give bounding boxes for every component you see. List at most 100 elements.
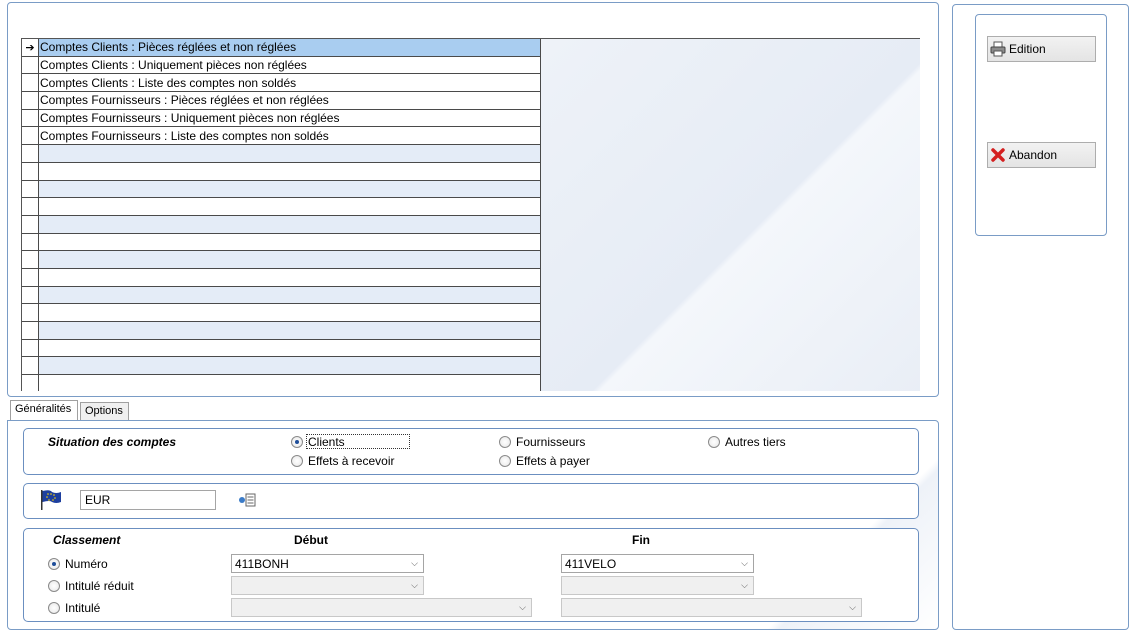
tab-options-label: Options [85, 405, 123, 417]
grid-row-empty[interactable] [22, 339, 541, 358]
numero-debut-value: 411BONH [235, 556, 289, 571]
tab-generalites-label: Généralités [15, 403, 72, 415]
row-indicator [22, 357, 39, 375]
row-indicator [22, 74, 39, 92]
grid-row[interactable]: Comptes Clients : Liste des comptes non … [22, 74, 541, 93]
intitule-reduit-fin-select: ⌵ [561, 576, 754, 595]
chevron-down-icon[interactable]: ⌵ [736, 555, 753, 572]
radio-effets-payer-label[interactable]: Effets à payer [516, 454, 590, 468]
row-indicator [22, 162, 39, 180]
row-indicator [22, 145, 39, 162]
grid-cell: Comptes Fournisseurs : Pièces réglées et… [39, 92, 541, 109]
radio-intitule[interactable] [48, 602, 60, 614]
printer-icon [990, 41, 1006, 57]
radio-intitule-reduit-label[interactable]: Intitulé réduit [65, 579, 134, 593]
debut-header: Début [294, 533, 328, 547]
grid-cell: Comptes Clients : Uniquement pièces non … [39, 56, 541, 74]
grid-row-empty[interactable] [22, 198, 541, 216]
row-indicator [22, 304, 39, 321]
radio-clients-label[interactable]: Clients [308, 435, 345, 449]
currency-list-icon[interactable] [238, 492, 256, 508]
report-grid[interactable]: ➔ Comptes Clients : Pièces réglées et non… [21, 38, 920, 391]
situation-title: Situation des comptes [48, 435, 177, 449]
grid-row-empty[interactable] [22, 357, 541, 376]
radio-fournisseurs-label[interactable]: Fournisseurs [516, 435, 585, 449]
row-indicator [22, 251, 39, 268]
chevron-down-icon: ⌵ [519, 602, 526, 612]
radio-fournisseurs[interactable] [499, 436, 511, 448]
grid-cell [39, 357, 541, 375]
grid-row-empty[interactable] [22, 162, 541, 181]
grid-row-empty[interactable] [22, 145, 541, 163]
grid-row-empty[interactable] [22, 304, 541, 322]
edition-button-label: Edition [1009, 42, 1046, 56]
grid-cell: Comptes Clients : Liste des comptes non … [39, 74, 541, 92]
intitule-reduit-debut-select: ⌵ [231, 576, 424, 595]
grid-cell [39, 215, 541, 233]
grid-cell [39, 375, 541, 391]
row-indicator [22, 375, 39, 391]
grid-cell: Comptes Fournisseurs : Uniquement pièces… [39, 109, 541, 127]
grid-cell [39, 268, 541, 286]
grid-background [541, 39, 920, 391]
grid-cell [39, 286, 541, 304]
numero-fin-select[interactable]: 411VELO ⌵ [561, 554, 754, 573]
grid-row[interactable]: Comptes Fournisseurs : Uniquement pièces… [22, 109, 541, 128]
radio-intitule-reduit[interactable] [48, 580, 60, 592]
grid-cell [39, 180, 541, 198]
intitule-fin-select: ⌵ [561, 598, 862, 617]
chevron-down-icon[interactable]: ⌵ [406, 555, 423, 572]
row-indicator [22, 92, 39, 109]
row-indicator [22, 215, 39, 233]
devise-input[interactable]: EUR [80, 490, 216, 510]
row-indicator [22, 268, 39, 286]
grid-row[interactable]: Comptes Clients : Uniquement pièces non … [22, 56, 541, 75]
numero-fin-value: 411VELO [565, 556, 617, 571]
grid-cell [39, 198, 541, 215]
grid-cell [39, 145, 541, 162]
grid-cell [39, 162, 541, 180]
grid-row-empty[interactable] [22, 233, 541, 252]
classement-title: Classement [53, 533, 121, 547]
grid-row-empty[interactable] [22, 180, 541, 199]
grid-row-empty[interactable] [22, 286, 541, 305]
grid-row[interactable]: Comptes Fournisseurs : Pièces réglées et… [22, 92, 541, 110]
close-icon [991, 148, 1005, 162]
grid-row[interactable]: Comptes Fournisseurs : Liste des comptes… [22, 127, 541, 146]
grid-row-empty[interactable] [22, 268, 541, 287]
eu-flag-icon [40, 490, 62, 510]
grid-row-empty[interactable] [22, 251, 541, 269]
row-indicator [22, 339, 39, 357]
edition-button[interactable]: Edition [987, 36, 1096, 62]
abandon-button-label: Abandon [1009, 148, 1058, 162]
grid-row-empty[interactable] [22, 322, 541, 340]
radio-effets-recevoir-label[interactable]: Effets à recevoir [308, 454, 394, 468]
grid-rows: ➔ Comptes Clients : Pièces réglées et non… [22, 39, 541, 391]
radio-autres-tiers[interactable] [708, 436, 720, 448]
radio-intitule-label[interactable]: Intitulé [65, 601, 100, 615]
grid-row[interactable]: ➔ Comptes Clients : Pièces réglées et non… [22, 39, 541, 57]
row-indicator [22, 286, 39, 304]
radio-effets-recevoir[interactable] [291, 455, 303, 467]
radio-autres-tiers-label[interactable]: Autres tiers [725, 435, 786, 449]
row-indicator [22, 180, 39, 198]
row-indicator [22, 198, 39, 215]
grid-cell: Comptes Fournisseurs : Liste des comptes… [39, 127, 541, 145]
radio-numero-label[interactable]: Numéro [65, 557, 108, 571]
abandon-button[interactable]: Abandon [987, 142, 1096, 168]
numero-debut-select[interactable]: 411BONH ⌵ [231, 554, 424, 573]
grid-row-empty[interactable] [22, 215, 541, 234]
row-indicator [22, 233, 39, 251]
row-indicator [22, 56, 39, 74]
tab-options[interactable]: Options [80, 402, 129, 420]
grid-row-empty[interactable] [22, 375, 541, 391]
grid-cell [39, 322, 541, 339]
radio-clients[interactable] [291, 436, 303, 448]
radio-effets-payer[interactable] [499, 455, 511, 467]
grid-cell: Comptes Clients : Pièces réglées et non … [39, 39, 541, 56]
tab-generalites[interactable]: Généralités [10, 400, 78, 421]
chevron-down-icon: ⌵ [849, 602, 856, 612]
intitule-debut-select: ⌵ [231, 598, 532, 617]
radio-numero[interactable] [48, 558, 60, 570]
chevron-down-icon: ⌵ [741, 580, 748, 590]
